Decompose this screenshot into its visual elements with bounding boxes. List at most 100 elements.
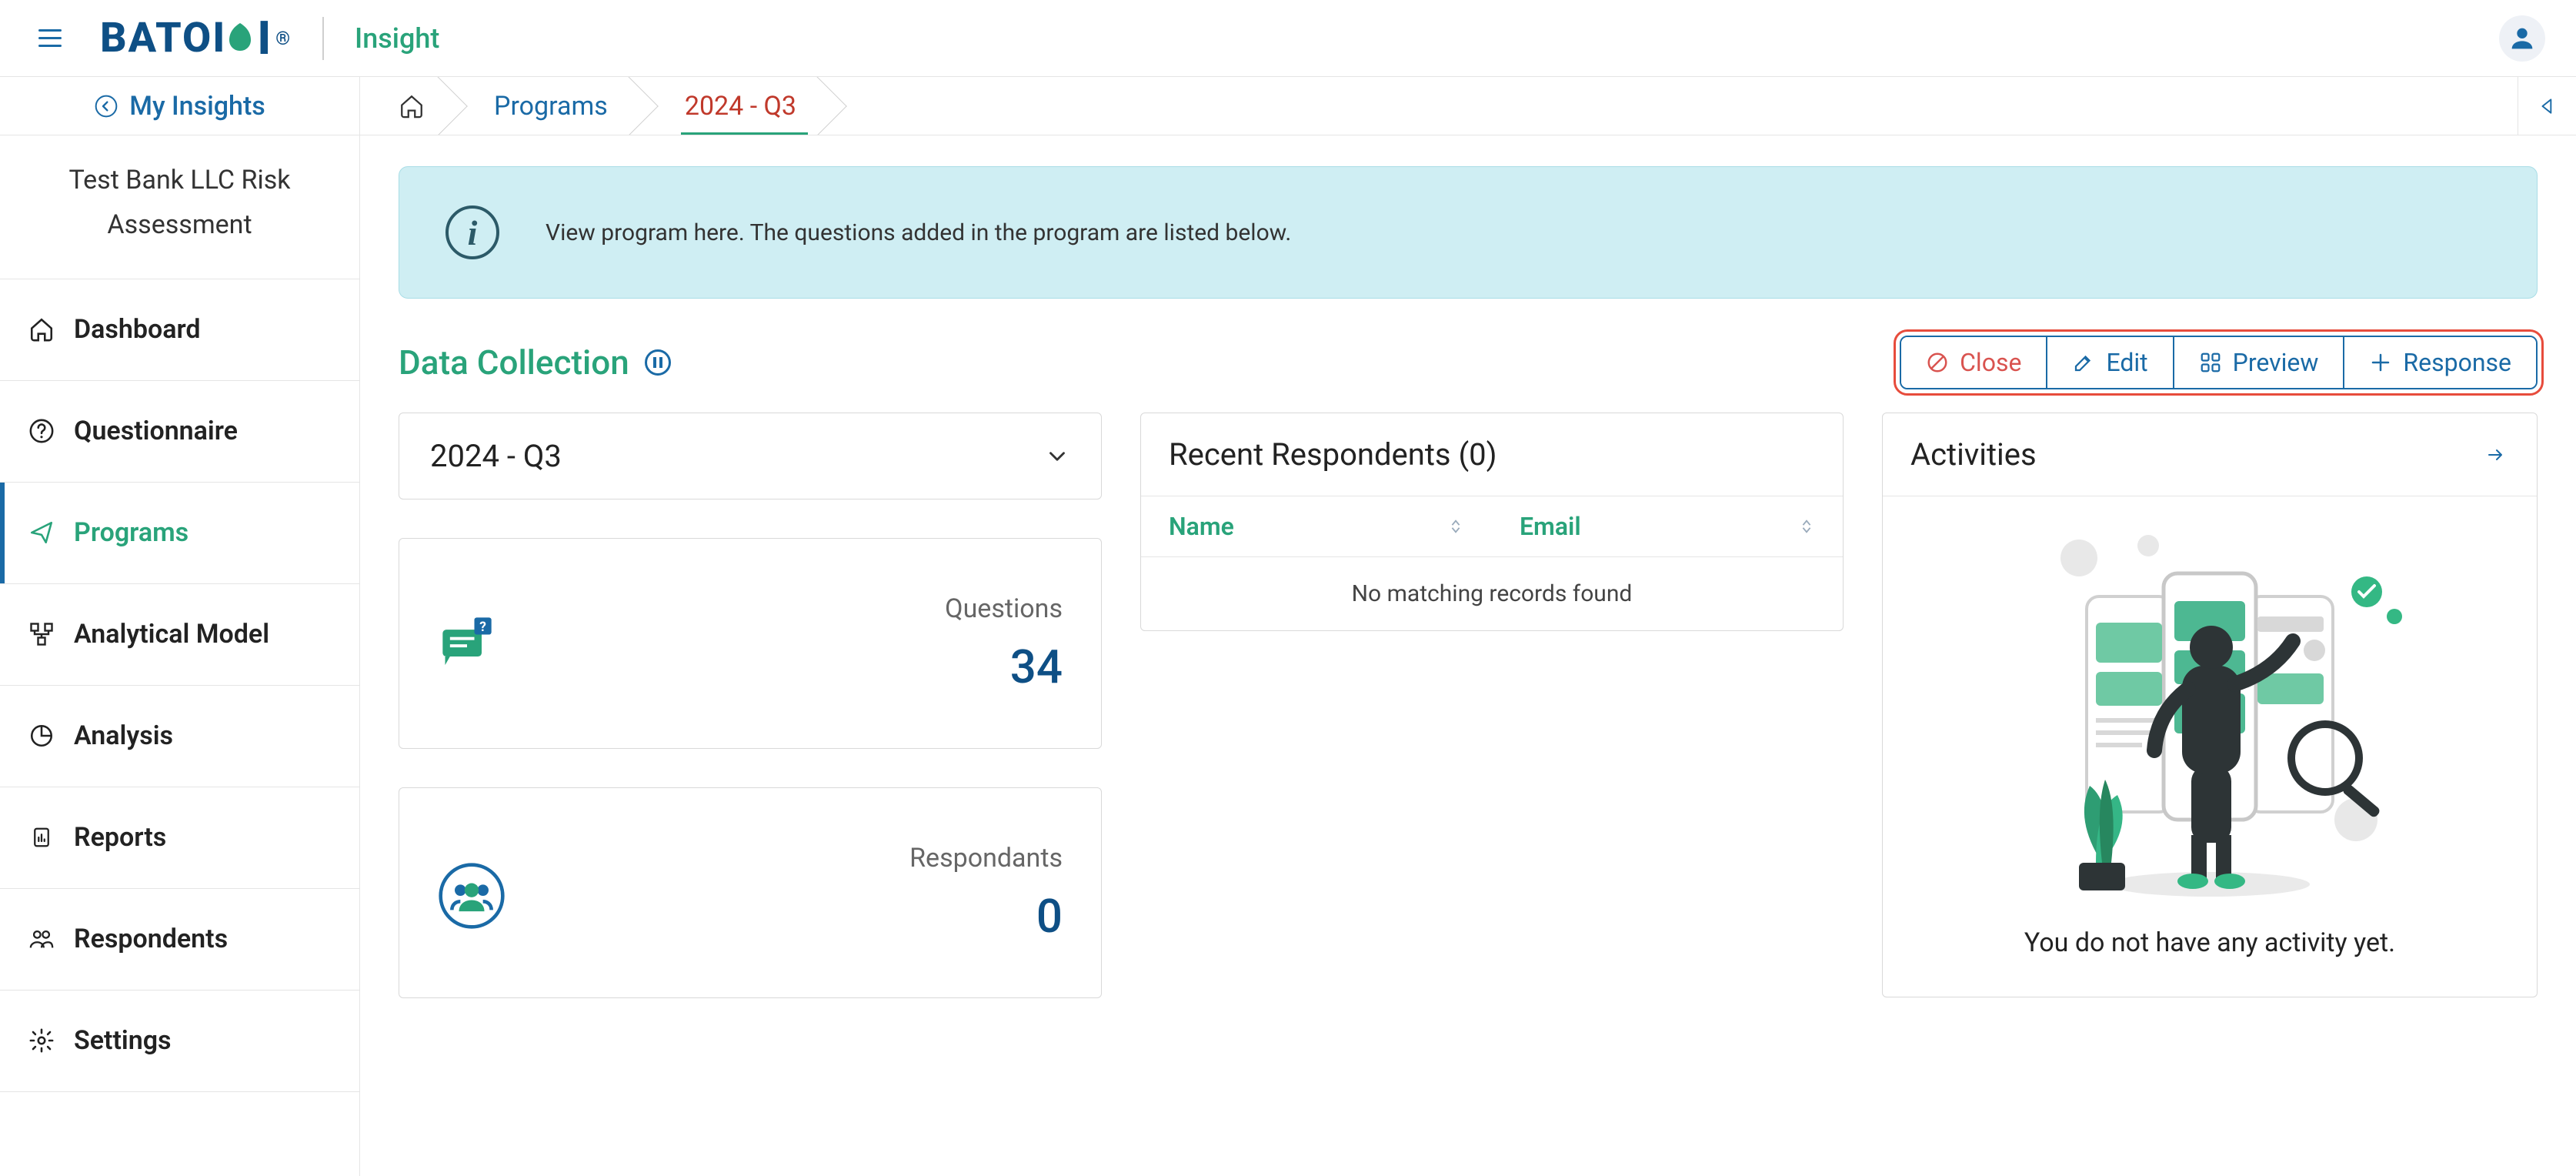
chevron-down-icon: [1044, 443, 1070, 469]
sidebar-item-respondents[interactable]: Respondents: [0, 889, 359, 991]
sidebar-item-programs[interactable]: Programs: [0, 483, 359, 584]
response-button-label: Response: [2403, 348, 2511, 377]
col-email-label: Email: [1520, 512, 1581, 541]
close-button[interactable]: Close: [1901, 337, 2047, 388]
back-arrow-icon: [94, 94, 118, 119]
preview-button[interactable]: Preview: [2174, 337, 2345, 388]
questions-stat-card: ? Questions 34: [399, 538, 1102, 749]
my-insights-link[interactable]: My Insights: [0, 77, 360, 135]
sidebar-item-analytical-model[interactable]: Analytical Model: [0, 584, 359, 686]
question-icon: [28, 417, 55, 445]
sidebar-item-label: Settings: [74, 1025, 172, 1056]
column-left: 2024 - Q3 ?: [399, 413, 1102, 1037]
action-button-group: Close Edit Preview Response: [1900, 336, 2538, 389]
breadcrumb-home[interactable]: [360, 77, 455, 135]
respondents-col-name[interactable]: Name: [1141, 496, 1492, 556]
sidebar-item-label: Reports: [74, 822, 166, 853]
respondents-table-head: Name Email: [1141, 496, 1843, 557]
user-avatar[interactable]: [2499, 15, 2545, 62]
brand-logo[interactable]: BATOI I ®: [100, 11, 292, 65]
report-icon: [28, 824, 55, 851]
sidebar-title: Test Bank LLC Risk Assessment: [0, 135, 359, 279]
sidebar-item-questionnaire[interactable]: Questionnaire: [0, 381, 359, 483]
sidebar-item-label: Programs: [74, 517, 189, 548]
info-banner-text: View program here. The questions added i…: [546, 219, 1291, 246]
arrow-right-icon: [2481, 446, 2509, 464]
questions-stat-label: Questions: [499, 593, 1063, 624]
breadcrumb: Programs 2024 - Q3: [360, 77, 2518, 135]
grid-icon: [2199, 351, 2222, 374]
gear-icon: [28, 1027, 55, 1054]
period-select[interactable]: 2024 - Q3: [399, 413, 1102, 499]
info-banner: i View program here. The questions added…: [399, 166, 2538, 299]
sort-icon: [1798, 516, 1815, 536]
triangle-left-icon: [2538, 96, 2558, 116]
leaf-icon: [222, 20, 259, 57]
respondents-stat-card: Respondants 0: [399, 787, 1102, 998]
menu-toggle-button[interactable]: [38, 23, 69, 54]
subheader: My Insights Programs 2024 - Q3: [0, 77, 2576, 135]
divider: [322, 17, 324, 60]
product-name: Insight: [355, 22, 439, 55]
svg-text:?: ?: [479, 620, 486, 635]
sidebar-item-settings[interactable]: Settings: [0, 991, 359, 1092]
pause-button[interactable]: [645, 349, 671, 376]
home-icon: [399, 93, 425, 119]
preview-button-label: Preview: [2233, 348, 2319, 377]
respondents-col-email[interactable]: Email: [1492, 496, 1843, 556]
edit-icon: [2072, 351, 2095, 374]
column-middle: Recent Respondents (0) Name Email: [1140, 413, 1844, 631]
sidebar-item-label: Dashboard: [74, 314, 201, 345]
questions-stat-value: 34: [499, 640, 1063, 694]
send-icon: [28, 519, 55, 546]
main: i View program here. The questions added…: [360, 135, 2576, 1176]
user-icon: [2507, 23, 2538, 54]
sidebar-item-label: Questionnaire: [74, 416, 238, 446]
activities-header: Activities: [1883, 413, 2537, 496]
people-group-icon: [438, 862, 499, 924]
column-right: Activities: [1882, 413, 2538, 997]
sidebar: Test Bank LLC Risk Assessment Dashboard …: [0, 135, 360, 1176]
breadcrumb-current[interactable]: 2024 - Q3: [646, 77, 835, 135]
recent-respondents-header: Recent Respondents (0): [1141, 413, 1843, 496]
collapse-panel-button[interactable]: [2518, 77, 2576, 135]
section-header-row: Data Collection Close Edit Preview: [399, 336, 2538, 389]
plus-icon: [2369, 351, 2392, 374]
section-title: Data Collection: [399, 342, 671, 383]
sort-icon: [1447, 516, 1464, 536]
response-button[interactable]: Response: [2344, 337, 2536, 388]
period-selected-label: 2024 - Q3: [430, 438, 562, 474]
sidebar-item-label: Analysis: [74, 720, 173, 751]
sidebar-item-dashboard[interactable]: Dashboard: [0, 279, 359, 381]
breadcrumb-programs-label: Programs: [494, 91, 608, 122]
activities-panel: Activities: [1882, 413, 2538, 997]
info-icon: i: [445, 205, 499, 259]
respondents-stat-value: 0: [499, 889, 1063, 944]
edit-button[interactable]: Edit: [2047, 337, 2174, 388]
recent-respondents-panel: Recent Respondents (0) Name Email: [1140, 413, 1844, 631]
section-title-text: Data Collection: [399, 342, 629, 383]
model-icon: [28, 620, 55, 648]
people-icon: [28, 925, 55, 953]
pie-icon: [28, 722, 55, 750]
activities-arrow-link[interactable]: [2481, 446, 2509, 464]
chat-question-icon: ?: [438, 613, 499, 674]
col-name-label: Name: [1169, 512, 1234, 541]
breadcrumb-programs[interactable]: Programs: [455, 77, 646, 135]
edit-button-label: Edit: [2106, 348, 2147, 377]
activities-title: Activities: [1910, 436, 2037, 473]
home-icon: [28, 316, 55, 343]
my-insights-label: My Insights: [129, 91, 265, 122]
block-icon: [1926, 351, 1949, 374]
activities-empty-message: You do not have any activity yet.: [1898, 927, 2521, 958]
sidebar-item-label: Analytical Model: [74, 619, 269, 650]
topbar: BATOI I ® Insight: [0, 0, 2576, 77]
activities-body: You do not have any activity yet.: [1883, 496, 2537, 997]
sidebar-item-analysis[interactable]: Analysis: [0, 686, 359, 787]
activities-illustration: [1898, 520, 2521, 920]
sidebar-item-label: Respondents: [74, 924, 228, 954]
content-columns: 2024 - Q3 ?: [399, 413, 2538, 1037]
sidebar-nav: Dashboard Questionnaire Programs Analyti…: [0, 279, 359, 1092]
recent-respondents-title: Recent Respondents (0): [1169, 436, 1497, 473]
sidebar-item-reports[interactable]: Reports: [0, 787, 359, 889]
